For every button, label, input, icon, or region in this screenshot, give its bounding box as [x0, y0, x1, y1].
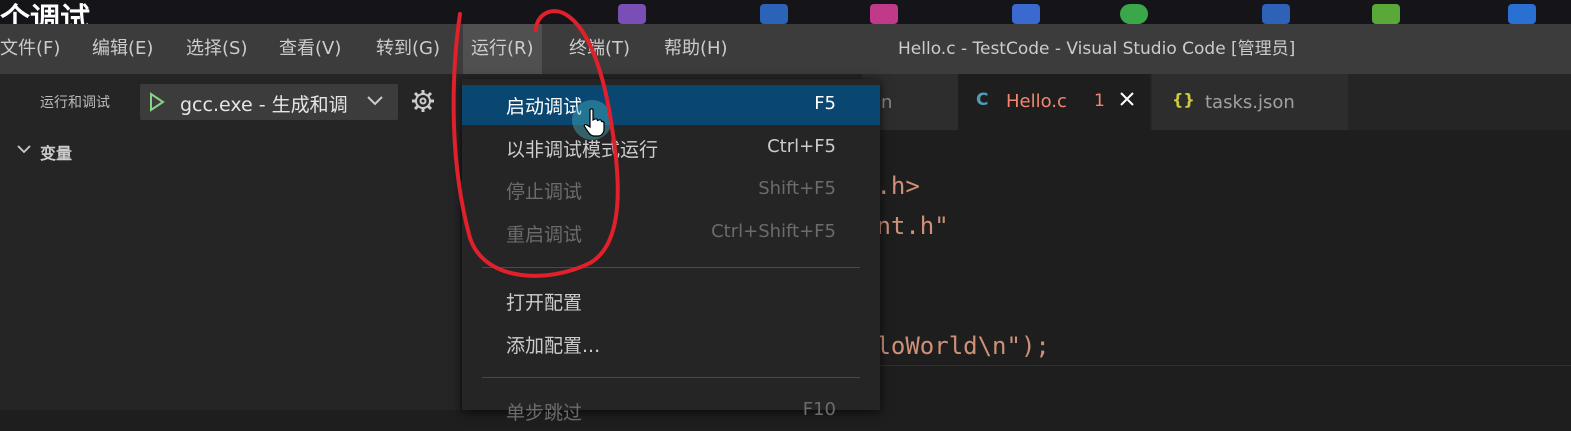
close-icon[interactable]	[1116, 88, 1138, 110]
desktop-app-icon	[1508, 4, 1536, 24]
menu-item-label: 添加配置...	[506, 335, 601, 357]
window-title: Hello.c - TestCode - Visual Studio Code …	[898, 39, 1296, 59]
menu-go[interactable]: 转到(G)	[368, 24, 448, 74]
debug-config-label: gcc.exe - 生成和调	[180, 94, 348, 116]
c-file-icon: C	[976, 90, 989, 110]
editor-line-highlight	[880, 365, 1571, 366]
red-annotation-circle	[451, 9, 620, 278]
sidebar-title: 运行和调试	[40, 95, 110, 111]
code-line: lloWorld\n");	[862, 332, 1050, 360]
variables-section-header[interactable]: 变量	[40, 140, 72, 164]
tab-label: tasks.json	[1205, 92, 1295, 113]
menu-file[interactable]: 文件(F)	[0, 24, 68, 74]
desktop-app-icon	[1012, 4, 1040, 24]
menu-item-add-configuration[interactable]: 添加配置...	[462, 324, 880, 364]
chevron-down-icon[interactable]	[366, 94, 384, 108]
overlay-caption: 个调试	[0, 2, 90, 24]
desktop-app-icon	[1372, 4, 1400, 24]
problem-count-badge: 1	[1094, 91, 1105, 111]
menu-edit[interactable]: 编辑(E)	[84, 24, 161, 74]
menu-item-shortcut: Ctrl+Shift+F5	[711, 221, 836, 242]
menu-item-shortcut: Ctrl+F5	[767, 136, 836, 157]
menu-selection[interactable]: 选择(S)	[178, 24, 255, 74]
start-debug-play-icon[interactable]	[148, 92, 166, 112]
menu-separator	[482, 377, 860, 378]
run-debug-sidebar	[0, 74, 460, 410]
menu-item-shortcut: F5	[814, 93, 836, 114]
title-menu-bar: 文件(F) 编辑(E) 选择(S) 查看(V) 转到(G) 运行(R) 终端(T…	[0, 24, 1571, 74]
menu-view[interactable]: 查看(V)	[271, 24, 349, 74]
desktop-strip: 个调试	[0, 0, 1571, 24]
gear-icon[interactable]	[410, 88, 436, 114]
desktop-app-icon	[760, 4, 788, 24]
menu-item-shortcut: Shift+F5	[758, 178, 836, 199]
chevron-down-icon[interactable]	[16, 143, 32, 155]
tab-label: Hello.c	[1006, 91, 1067, 112]
desktop-app-icon	[1262, 4, 1290, 24]
json-braces-icon: {}	[1172, 90, 1195, 109]
desktop-app-icon	[870, 4, 898, 24]
desktop-app-icon	[1120, 4, 1148, 24]
menu-item-label: 单步跳过	[506, 402, 583, 424]
menu-help[interactable]: 帮助(H)	[656, 24, 736, 74]
menu-item-step-over: 单步跳过 F10	[462, 391, 880, 431]
